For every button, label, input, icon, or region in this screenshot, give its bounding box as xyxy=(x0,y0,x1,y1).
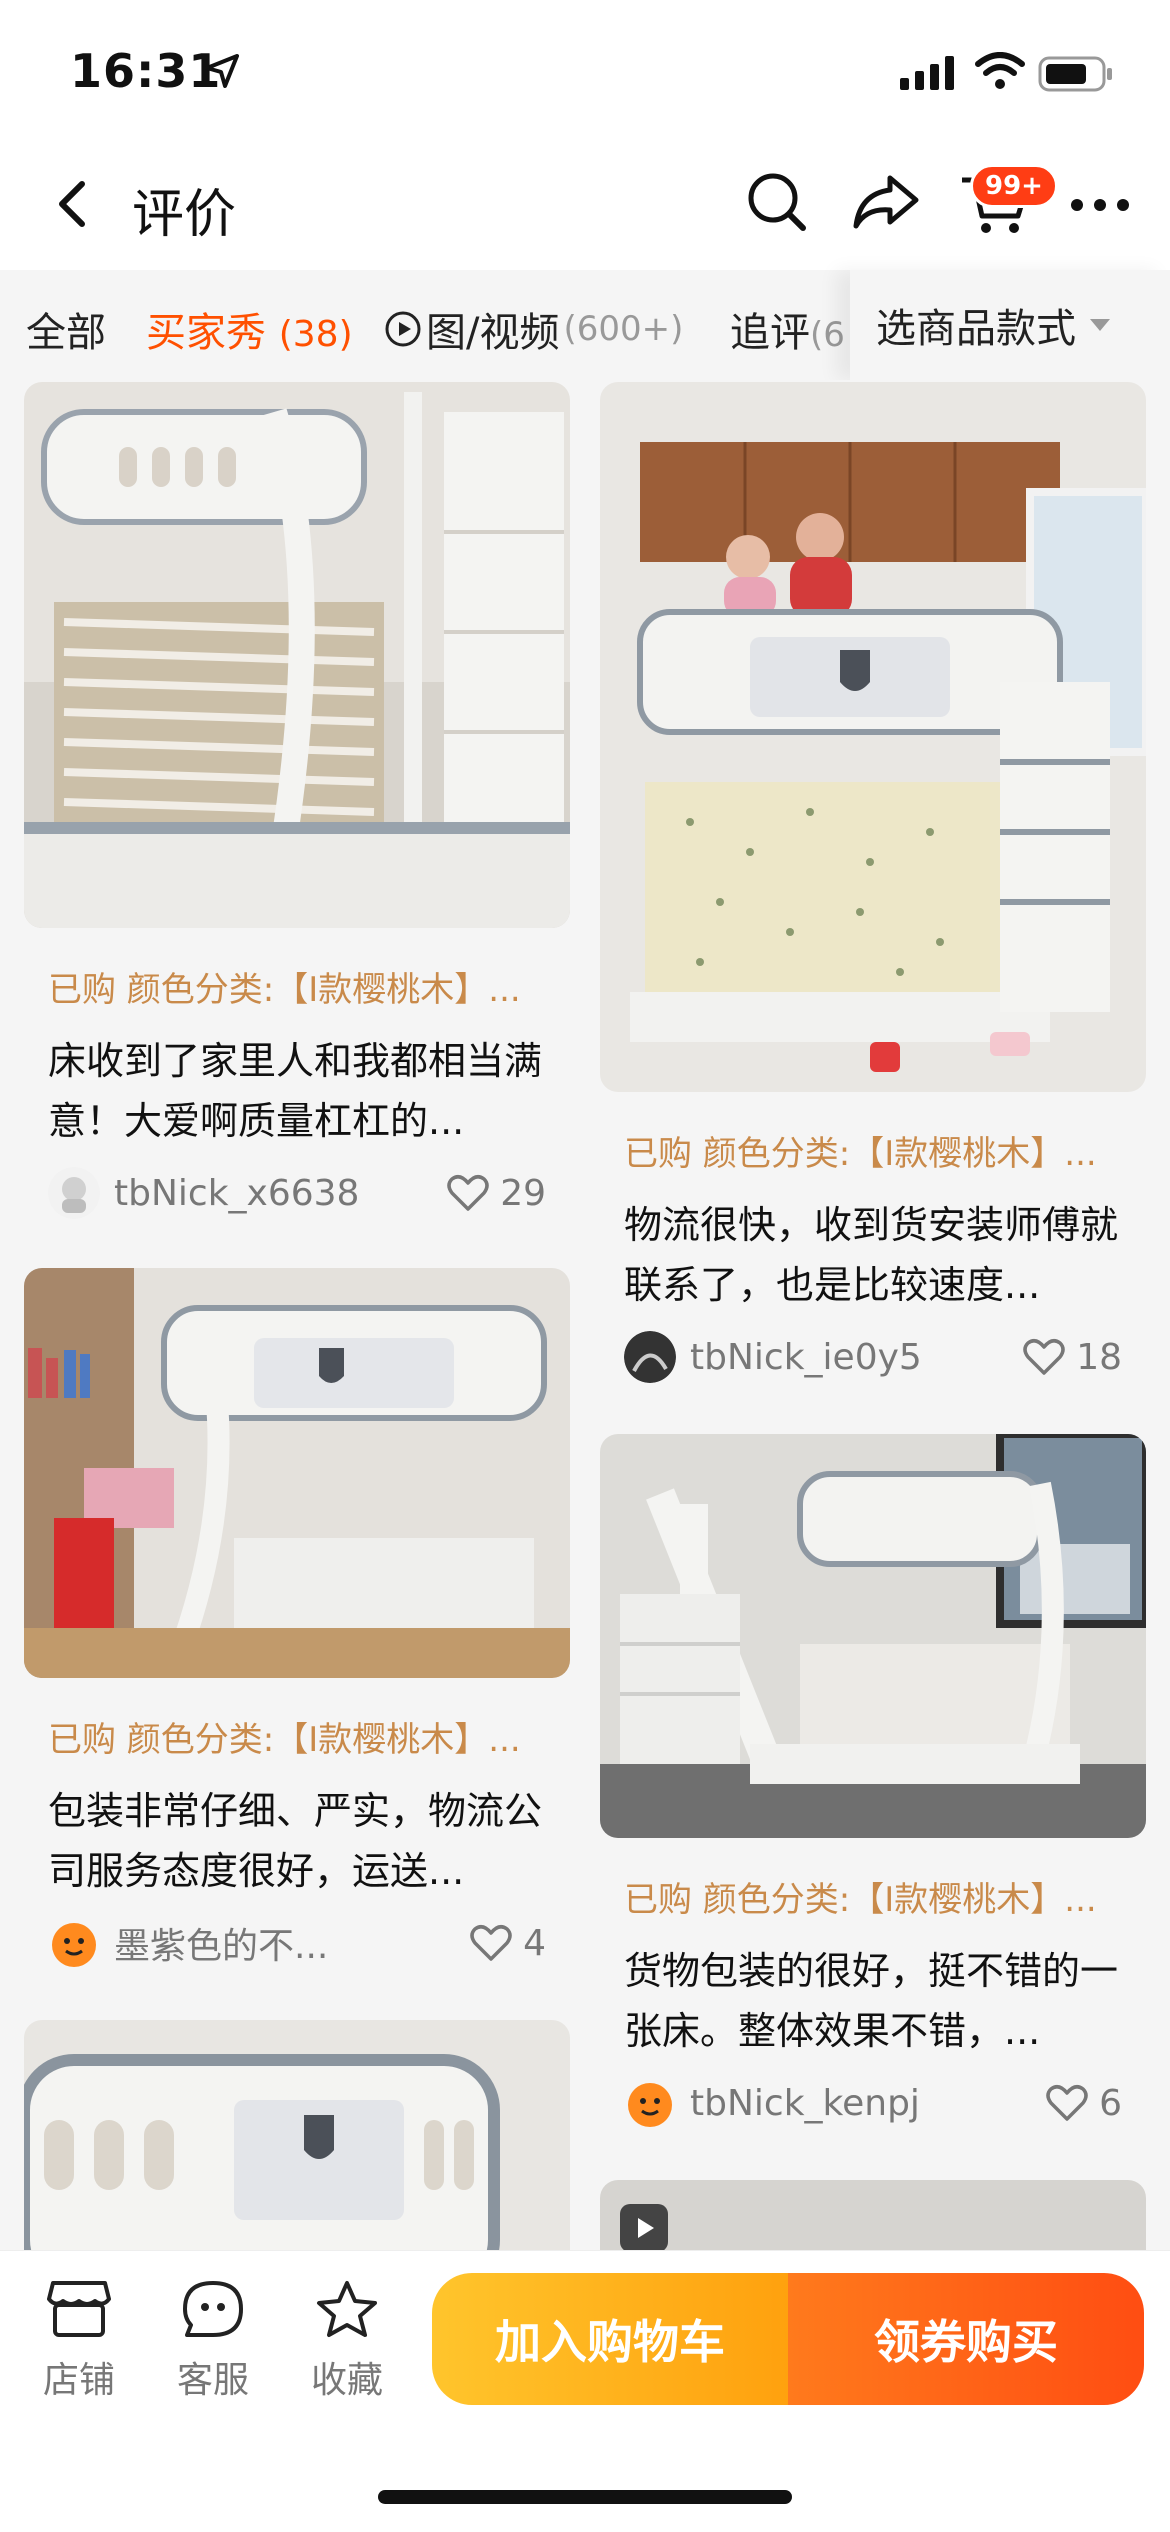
tab-media-count: (600+) xyxy=(563,309,684,349)
purchased-variant: 已购 颜色分类:【I款樱桃木】... xyxy=(48,970,521,1010)
reviewer-name: tbNick_ie0y5 xyxy=(690,1336,922,1378)
status-bar: 16:31 xyxy=(0,0,1170,150)
review-meta: tbNick_kenpj 6 xyxy=(600,2075,1146,2131)
like-count: 18 xyxy=(1076,1336,1122,1378)
like-count: 6 xyxy=(1099,2082,1122,2124)
location-arrow-icon xyxy=(205,54,239,88)
review-photo[interactable] xyxy=(600,1434,1146,1838)
tab-buyer-show[interactable]: 买家秀 (38) xyxy=(146,300,353,358)
shop-label: 店铺 xyxy=(42,2360,115,2401)
heart-icon xyxy=(470,1925,512,1961)
avatar xyxy=(624,1331,676,1383)
favorite-button[interactable]: 收藏 xyxy=(292,2279,402,2403)
share-icon[interactable] xyxy=(852,172,920,232)
tab-media[interactable]: 图/视频 (600+) xyxy=(384,300,683,358)
review-meta: tbNick_x6638 29 xyxy=(24,1165,570,1221)
wifi-icon xyxy=(975,52,1025,89)
purchased-variant: 已购 颜色分类:【I款樱桃木】... xyxy=(48,1720,521,1760)
customer-service-label: 客服 xyxy=(176,2360,249,2401)
like-button[interactable]: 6 xyxy=(1045,2083,1122,2124)
review-video[interactable] xyxy=(600,2180,1146,2250)
tab-followup-label: 追评 xyxy=(730,310,810,356)
tab-followup[interactable]: 追评(6 xyxy=(730,300,850,358)
review-photo[interactable] xyxy=(600,382,1146,1092)
tab-media-label: 图/视频 xyxy=(426,310,560,356)
play-circle-icon xyxy=(385,311,421,347)
like-button[interactable]: 29 xyxy=(446,1173,546,1214)
review-filter-tabs: 全部 买家秀 (38) 图/视频 (600+) 追评(6 选商品款式 xyxy=(0,270,1170,380)
review-text: 包装非常仔细、严实，物流公司服务态度很好，运送... xyxy=(48,1789,543,1893)
reviewer-name: tbNick_kenpj xyxy=(690,2082,920,2124)
tab-all[interactable]: 全部 xyxy=(26,300,106,358)
heart-icon xyxy=(447,1175,489,1211)
reviewer[interactable]: tbNick_ie0y5 xyxy=(624,1331,922,1383)
review-photo[interactable] xyxy=(24,2020,570,2250)
review-text: 物流很快，收到货安装师傅就联系了，也是比较速度... xyxy=(624,1203,1119,1307)
caret-down-icon xyxy=(1090,319,1110,331)
purchased-variant: 已购 颜色分类:【I款樱桃木】... xyxy=(624,1880,1097,1920)
star-icon xyxy=(317,2281,377,2337)
heart-icon xyxy=(1046,2085,1088,2121)
product-style-filter-label: 选商品款式 xyxy=(876,306,1076,352)
reviewer[interactable]: tbNick_kenpj xyxy=(624,2077,920,2129)
home-indicator[interactable] xyxy=(378,2490,792,2504)
tab-buyer-show-count: (38) xyxy=(278,314,353,355)
reviewer-name: 墨紫色的不... xyxy=(114,1926,329,1967)
review-card[interactable]: 已购 颜色分类:【I款樱桃木】... 床收到了家里人和我都相当满意！大爱啊质量杠… xyxy=(24,382,570,1221)
add-to-cart-button[interactable]: 加入购物车 xyxy=(432,2273,788,2405)
review-meta: 墨紫色的不... 4 xyxy=(24,1915,570,1971)
nav-bar: 评价 99+ xyxy=(0,150,1170,270)
more-icon[interactable] xyxy=(1070,198,1130,212)
cart-count-badge: 99+ xyxy=(970,164,1058,208)
tab-followup-count: (6 xyxy=(810,315,845,355)
review-card[interactable] xyxy=(600,2180,1146,2250)
status-time: 16:31 xyxy=(70,44,222,98)
search-icon[interactable] xyxy=(745,170,809,234)
review-card[interactable] xyxy=(24,2020,570,2250)
video-play-icon xyxy=(620,2204,668,2250)
reviewer-name: tbNick_x6638 xyxy=(114,1172,360,1214)
like-button[interactable]: 4 xyxy=(469,1923,546,1964)
tab-all-label: 全部 xyxy=(26,310,106,356)
battery-icon xyxy=(1038,56,1112,92)
review-card[interactable]: 已购 颜色分类:【I款樱桃木】... 物流很快，收到货安装师傅就联系了，也是比较… xyxy=(600,382,1146,1385)
like-button[interactable]: 18 xyxy=(1022,1337,1122,1378)
reviewer[interactable]: 墨紫色的不... xyxy=(48,1917,328,1969)
page-title: 评价 xyxy=(132,185,237,245)
shop-button[interactable]: 店铺 xyxy=(24,2279,134,2403)
like-count: 4 xyxy=(523,1922,546,1964)
review-grid: 已购 颜色分类:【I款樱桃木】... 床收到了家里人和我都相当满意！大爱啊质量杠… xyxy=(0,380,1170,2250)
chat-face-icon xyxy=(183,2281,243,2337)
avatar xyxy=(628,2083,672,2127)
purchased-variant: 已购 颜色分类:【I款樱桃木】... xyxy=(624,1134,1097,1174)
heart-icon xyxy=(1023,1339,1065,1375)
avatar xyxy=(52,1923,96,1967)
review-text: 床收到了家里人和我都相当满意！大爱啊质量杠杠的... xyxy=(48,1039,543,1143)
like-count: 29 xyxy=(500,1172,546,1214)
review-card[interactable]: 已购 颜色分类:【I款樱桃木】... 包装非常仔细、严实，物流公司服务态度很好，… xyxy=(24,1268,570,1971)
favorite-label: 收藏 xyxy=(310,2360,383,2401)
avatar xyxy=(48,1167,100,1219)
cellular-signal-icon xyxy=(900,56,954,90)
back-arrow-icon[interactable] xyxy=(44,174,104,234)
reviewer[interactable]: tbNick_x6638 xyxy=(48,1167,359,1219)
coupon-buy-button[interactable]: 领券购买 xyxy=(788,2273,1144,2405)
review-text: 货物包装的很好，挺不错的一张床。整体效果不错，... xyxy=(624,1949,1119,2053)
review-photo[interactable] xyxy=(24,1268,570,1678)
tab-buyer-show-label: 买家秀 xyxy=(146,310,266,356)
customer-service-button[interactable]: 客服 xyxy=(158,2279,268,2403)
review-card[interactable]: 已购 颜色分类:【I款樱桃木】... 货物包装的很好，挺不错的一张床。整体效果不… xyxy=(600,1434,1146,2131)
shop-icon xyxy=(47,2281,111,2337)
review-meta: tbNick_ie0y5 18 xyxy=(600,1329,1146,1385)
review-photo[interactable] xyxy=(24,382,570,928)
product-style-filter[interactable]: 选商品款式 xyxy=(850,270,1170,380)
